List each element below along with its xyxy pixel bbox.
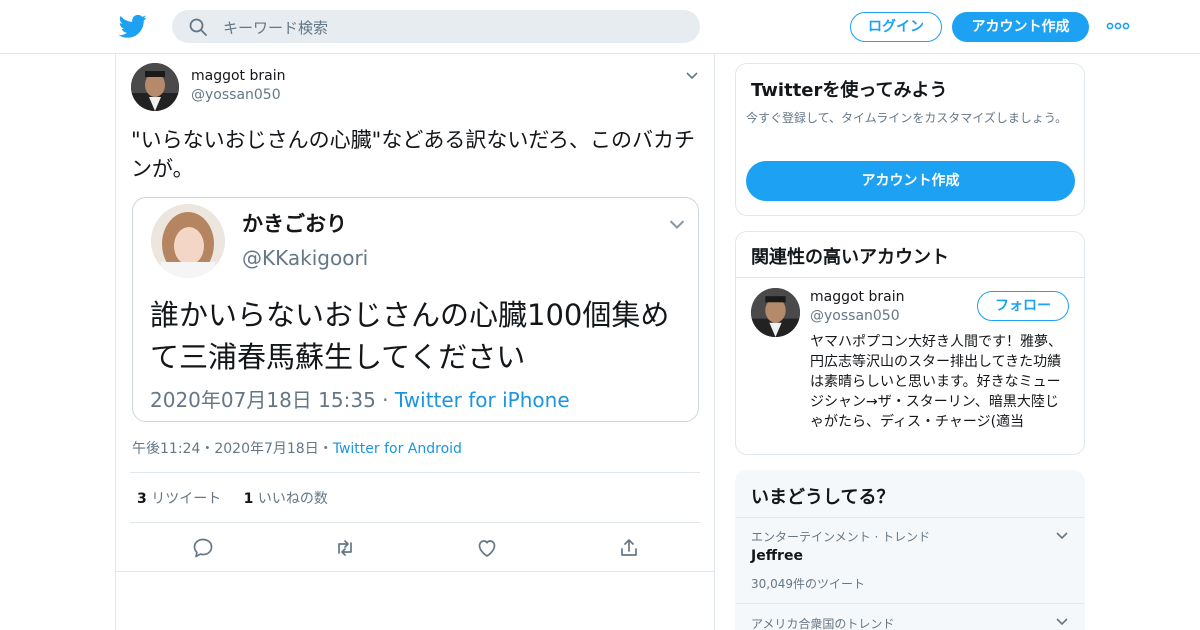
tweet-stats: 3 リツイート 1 いいねの数 [137, 488, 328, 508]
related-accounts-card: 関連性の高いアカウント maggot brain @yossan050 フォロー… [735, 231, 1085, 455]
quoted-tweet-card[interactable]: かきごおり @KKakigoori 誰かいらないおじさんの心臓100個集めて三浦… [132, 197, 699, 422]
quoted-tweet-text: 誰かいらないおじさんの心臓100個集めて三浦春馬蘇生してください [150, 298, 670, 374]
signup-button[interactable]: アカウント作成 [952, 12, 1089, 42]
author-avatar[interactable] [131, 63, 179, 111]
login-button[interactable]: ログイン [850, 12, 942, 42]
chevron-down-icon[interactable] [685, 69, 699, 83]
trend-context: アメリカ合衆国のトレンド [751, 617, 895, 630]
related-account-avatar[interactable] [751, 288, 800, 337]
search-box[interactable]: キーワード検索 [172, 10, 700, 43]
quoted-author-avatar [151, 204, 225, 278]
trend-chevron-down-icon[interactable] [1055, 529, 1069, 543]
quoted-author-handle: @KKakigoori [242, 246, 369, 270]
quoted-tweet-meta: 2020年07月18日 15:35 · Twitter for iPhone [150, 384, 570, 413]
signup-card: Twitterを使ってみよう 今すぐ登録して、タイムラインをカスタマイズしましょ… [735, 63, 1085, 216]
signup-card-button[interactable]: アカウント作成 [746, 161, 1075, 201]
tweet-meta: 午後11:24・2020年7月18日・Twitter for Android [132, 438, 462, 458]
author-handle[interactable]: @yossan050 [191, 87, 281, 103]
top-bar: キーワード検索 ログイン アカウント作成 [0, 0, 1200, 54]
related-account-handle[interactable]: @yossan050 [810, 308, 900, 324]
like-heart-icon[interactable] [475, 536, 499, 560]
reply-icon[interactable] [191, 536, 215, 560]
tweet-time[interactable]: 午後11:24 [132, 441, 200, 457]
quoted-author-name: かきごおり [242, 212, 347, 236]
quoted-datetime: 2020年07月18日 15:35 [150, 388, 376, 412]
quoted-meta-separator: · [375, 388, 395, 412]
tweet-panel: maggot brain @yossan050 "いらないおじさんの心臓"などあ… [115, 54, 715, 630]
search-placeholder: キーワード検索 [223, 19, 329, 37]
tweet-source-link[interactable]: Twitter for Android [333, 441, 462, 457]
trends-card: いまどうしてる？ エンターテインメント · トレンド Jeffree 30,04… [735, 470, 1085, 630]
share-icon[interactable] [617, 536, 641, 560]
like-label[interactable]: いいねの数 [258, 491, 328, 507]
author-name[interactable]: maggot brain [191, 68, 285, 84]
divider [736, 603, 1084, 604]
trend-context: エンターテインメント · トレンド [751, 530, 931, 544]
tweet-date[interactable]: 2020年7月18日 [214, 441, 318, 457]
trends-title: いまどうしてる？ [751, 487, 895, 508]
quoted-chevron-down-icon [669, 220, 685, 230]
divider [130, 472, 700, 473]
signup-card-subtitle: 今すぐ登録して、タイムラインをカスタマイズしましょう。 [746, 111, 1068, 125]
meta-separator: ・ [318, 441, 333, 457]
retweet-count[interactable]: 3 [137, 491, 147, 507]
twitter-bird-icon[interactable] [119, 12, 147, 40]
search-icon [189, 18, 207, 36]
more-options-icon[interactable] [1106, 18, 1130, 34]
trend-name[interactable]: Jeffree [751, 548, 803, 564]
retweet-label[interactable]: リツイート [151, 491, 221, 507]
meta-separator: ・ [200, 441, 215, 457]
like-count[interactable]: 1 [244, 491, 254, 507]
tweet-text: "いらないおじさんの心臓"などある訳ないだろ、このバカチンが。 [131, 128, 696, 181]
quoted-source-link: Twitter for iPhone [394, 388, 570, 412]
related-account-bio: ヤマハポプコン大好き人間です！雅夢、円広志等沢山のスター排出してきた功績は素晴ら… [810, 334, 1062, 430]
related-account-name[interactable]: maggot brain [810, 289, 904, 305]
related-accounts-title: 関連性の高いアカウント [751, 247, 949, 268]
divider [736, 517, 1084, 518]
follow-button[interactable]: フォロー [977, 291, 1069, 321]
divider [736, 277, 1084, 278]
retweet-icon[interactable] [333, 536, 357, 560]
divider [130, 522, 700, 523]
trend-count: 30,049件のツイート [751, 577, 865, 591]
trend-chevron-down-icon[interactable] [1055, 615, 1069, 629]
signup-card-title: Twitterを使ってみよう [751, 80, 948, 101]
divider [116, 571, 714, 572]
